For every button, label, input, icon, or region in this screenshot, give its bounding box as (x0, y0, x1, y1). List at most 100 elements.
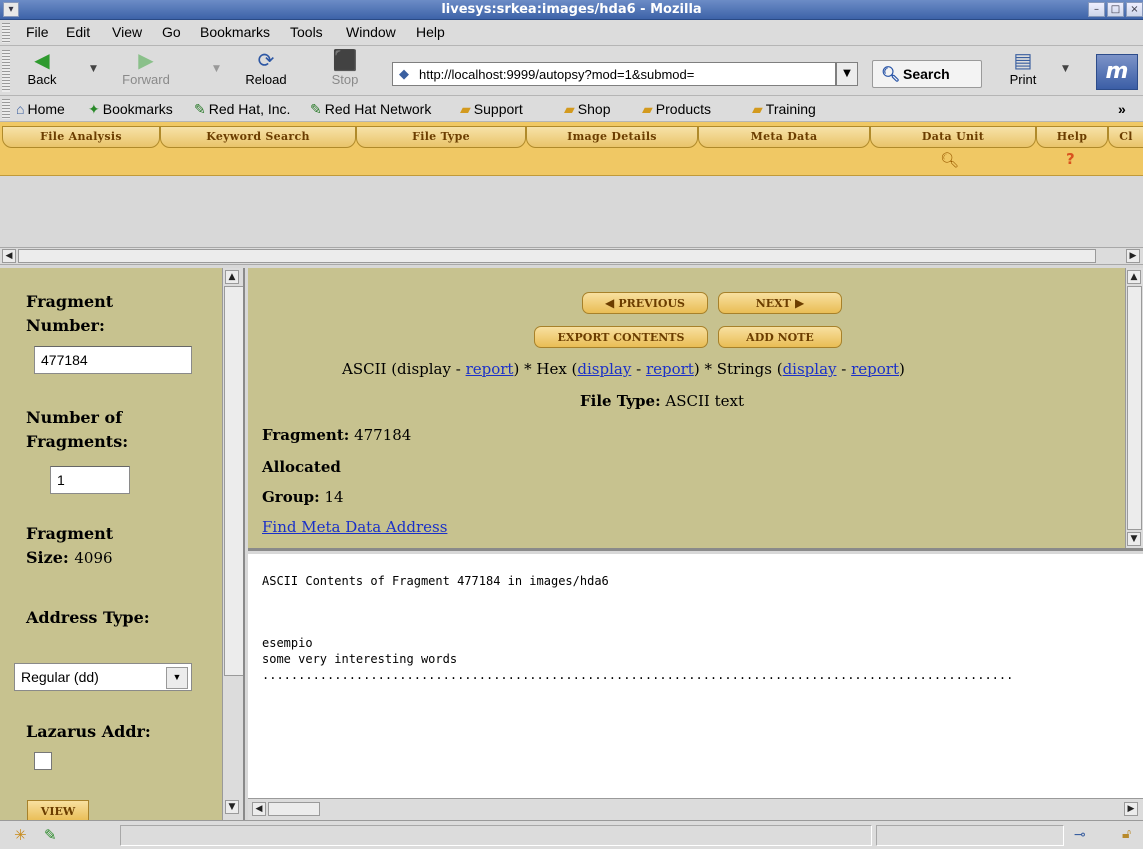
scroll-up-icon[interactable]: ▲ (1127, 270, 1141, 284)
menu-go[interactable]: Go (162, 24, 181, 40)
strings-report-link[interactable]: report (851, 360, 899, 378)
print-button[interactable]: ▤ Print (1000, 50, 1046, 92)
online-status-icon[interactable]: ⊸ (1074, 827, 1086, 843)
tab-image-details[interactable]: Image Details (526, 126, 698, 148)
back-button[interactable]: ◀ Back (16, 50, 68, 92)
contents-line-1: esempio (262, 636, 313, 650)
reload-button[interactable]: ⟳ Reload (238, 50, 294, 92)
redhat-icon: ✎ (310, 101, 322, 117)
menu-file[interactable]: File (26, 24, 49, 40)
bookmarks-link[interactable]: ✦ Bookmarks (88, 101, 173, 118)
redhat-icon: ✎ (194, 101, 206, 117)
back-dropdown-icon[interactable]: ▼ (90, 64, 97, 74)
next-button[interactable]: Next ▶ (718, 292, 842, 314)
scroll-left-icon[interactable]: ◀ (2, 249, 16, 263)
redhat-network-link[interactable]: ✎ Red Hat Network (310, 101, 431, 118)
bookmarks-icon: ✦ (88, 101, 100, 117)
tab-data-unit[interactable]: Data Unit (870, 126, 1036, 148)
scroll-up-icon[interactable]: ▲ (225, 270, 239, 284)
composer-icon[interactable]: ✎ (44, 826, 57, 844)
navigator-icon[interactable]: ✳ (14, 826, 27, 844)
scroll-thumb[interactable] (18, 249, 1096, 263)
folder-icon: ▰ (564, 101, 575, 117)
tab-file-analysis[interactable]: File Analysis (2, 126, 160, 148)
tab-file-type[interactable]: File Type (356, 126, 526, 148)
scroll-down-icon[interactable]: ▼ (1127, 532, 1141, 546)
print-dropdown-icon[interactable]: ▼ (1062, 64, 1069, 74)
menu-bookmarks[interactable]: Bookmarks (200, 24, 270, 40)
chevron-down-icon: ▼ (166, 667, 188, 689)
hex-display-link[interactable]: display (577, 360, 631, 378)
toolbar-overflow-icon[interactable]: » (1118, 101, 1126, 117)
forward-button[interactable]: ▶ Forward (106, 50, 186, 92)
stop-label: Stop (331, 72, 359, 87)
scroll-thumb[interactable] (224, 286, 243, 676)
shop-link[interactable]: ▰ Shop (564, 101, 610, 118)
training-link[interactable]: ▰ Training (752, 101, 816, 118)
strings-display-link[interactable]: display (783, 360, 837, 378)
menu-help[interactable]: Help (416, 24, 445, 40)
contents-line-2: some very interesting words (262, 652, 458, 666)
home-link[interactable]: ⌂ Home (16, 101, 65, 117)
security-lock-icon[interactable]: 🔓︎ (1122, 826, 1131, 842)
lower-frame-scrollbar[interactable]: ◀ ▶ (248, 798, 1143, 820)
close-icon[interactable]: × (1126, 2, 1143, 17)
fragment-size-label: Fragment Size: 4096 (26, 524, 114, 567)
url-input[interactable]: ◆ http://localhost:9999/autopsy?mod=1&su… (392, 62, 836, 86)
fragment-number-input[interactable]: 477184 (34, 346, 192, 374)
menu-window[interactable]: Window (346, 24, 396, 40)
forward-dropdown-icon[interactable]: ▼ (213, 64, 220, 74)
previous-button[interactable]: ◀ Previous (582, 292, 708, 314)
back-label: Back (27, 72, 57, 87)
page-icon: ◆ (399, 66, 409, 81)
toolbar-grip[interactable] (2, 23, 10, 43)
scroll-right-icon[interactable]: ▶ (1126, 249, 1140, 263)
forward-arrow-icon: ▶ (138, 50, 154, 72)
status-message-panel (120, 825, 872, 846)
contents-heading: ASCII Contents of Fragment 477184 in ima… (262, 574, 609, 588)
mozilla-throbber-icon[interactable]: m (1096, 54, 1138, 90)
left-frame-scrollbar[interactable]: ▲ ▼ (222, 268, 243, 820)
status-bar: ✳ ✎ ⊸ 🔓︎ (0, 820, 1143, 849)
navigation-toolbar: ◀ Back ▼ ▶ Forward ▼ ⟳ Reload ⬛ Stop ◆ h… (0, 46, 1143, 96)
tab-meta-data[interactable]: Meta Data (698, 126, 870, 148)
tab-keyword-search[interactable]: Keyword Search (160, 126, 356, 148)
toolbar-grip[interactable] (2, 50, 10, 92)
num-fragments-input[interactable]: 1 (50, 466, 130, 494)
menu-tools[interactable]: Tools (290, 24, 323, 40)
support-link[interactable]: ▰ Support (460, 101, 523, 118)
upper-frame-scrollbar[interactable]: ▲ ▼ (1125, 268, 1143, 548)
address-type-select[interactable]: Regular (dd) ▼ (14, 663, 192, 691)
group-line: Group: 14 (262, 488, 344, 506)
scroll-left-icon[interactable]: ◀ (252, 802, 266, 816)
window-titlebar[interactable]: ▾ livesys:srkea:images/hda6 - Mozilla – … (0, 0, 1143, 20)
scroll-thumb[interactable] (1127, 286, 1142, 530)
ascii-report-link[interactable]: report (466, 360, 514, 378)
menu-view[interactable]: View (112, 24, 142, 40)
print-label: Print (1009, 72, 1037, 87)
redhat-link[interactable]: ✎ Red Hat, Inc. (194, 101, 290, 118)
tab-help[interactable]: Help (1036, 126, 1108, 148)
add-note-button[interactable]: Add Note (718, 326, 842, 348)
scroll-down-icon[interactable]: ▼ (225, 800, 239, 814)
menu-edit[interactable]: Edit (66, 24, 90, 40)
maximize-icon[interactable]: □ (1107, 2, 1124, 17)
tab-close[interactable]: Cl (1108, 126, 1143, 148)
search-button[interactable]: 🔍︎ Search (872, 60, 982, 88)
back-arrow-icon: ◀ (34, 50, 50, 72)
toolbar-grip[interactable] (2, 99, 10, 119)
hex-report-link[interactable]: report (646, 360, 694, 378)
scroll-thumb[interactable] (268, 802, 320, 816)
products-link[interactable]: ▰ Products (642, 101, 711, 118)
find-meta-data-link[interactable]: Find Meta Data Address (262, 518, 447, 536)
num-fragments-label: Number of Fragments: (26, 408, 129, 451)
stop-button[interactable]: ⬛ Stop (322, 50, 368, 92)
minimize-icon[interactable]: – (1088, 2, 1105, 17)
lazarus-addr-checkbox[interactable] (34, 752, 52, 770)
scroll-right-icon[interactable]: ▶ (1124, 802, 1138, 816)
top-frame-scrollbar[interactable]: ◀ ▶ (0, 247, 1143, 265)
export-contents-button[interactable]: Export Contents (534, 326, 708, 348)
view-button[interactable]: View (27, 800, 89, 820)
magnifier-icon: 🔍︎ (940, 151, 960, 169)
url-dropdown-icon[interactable]: ▼ (836, 62, 858, 86)
